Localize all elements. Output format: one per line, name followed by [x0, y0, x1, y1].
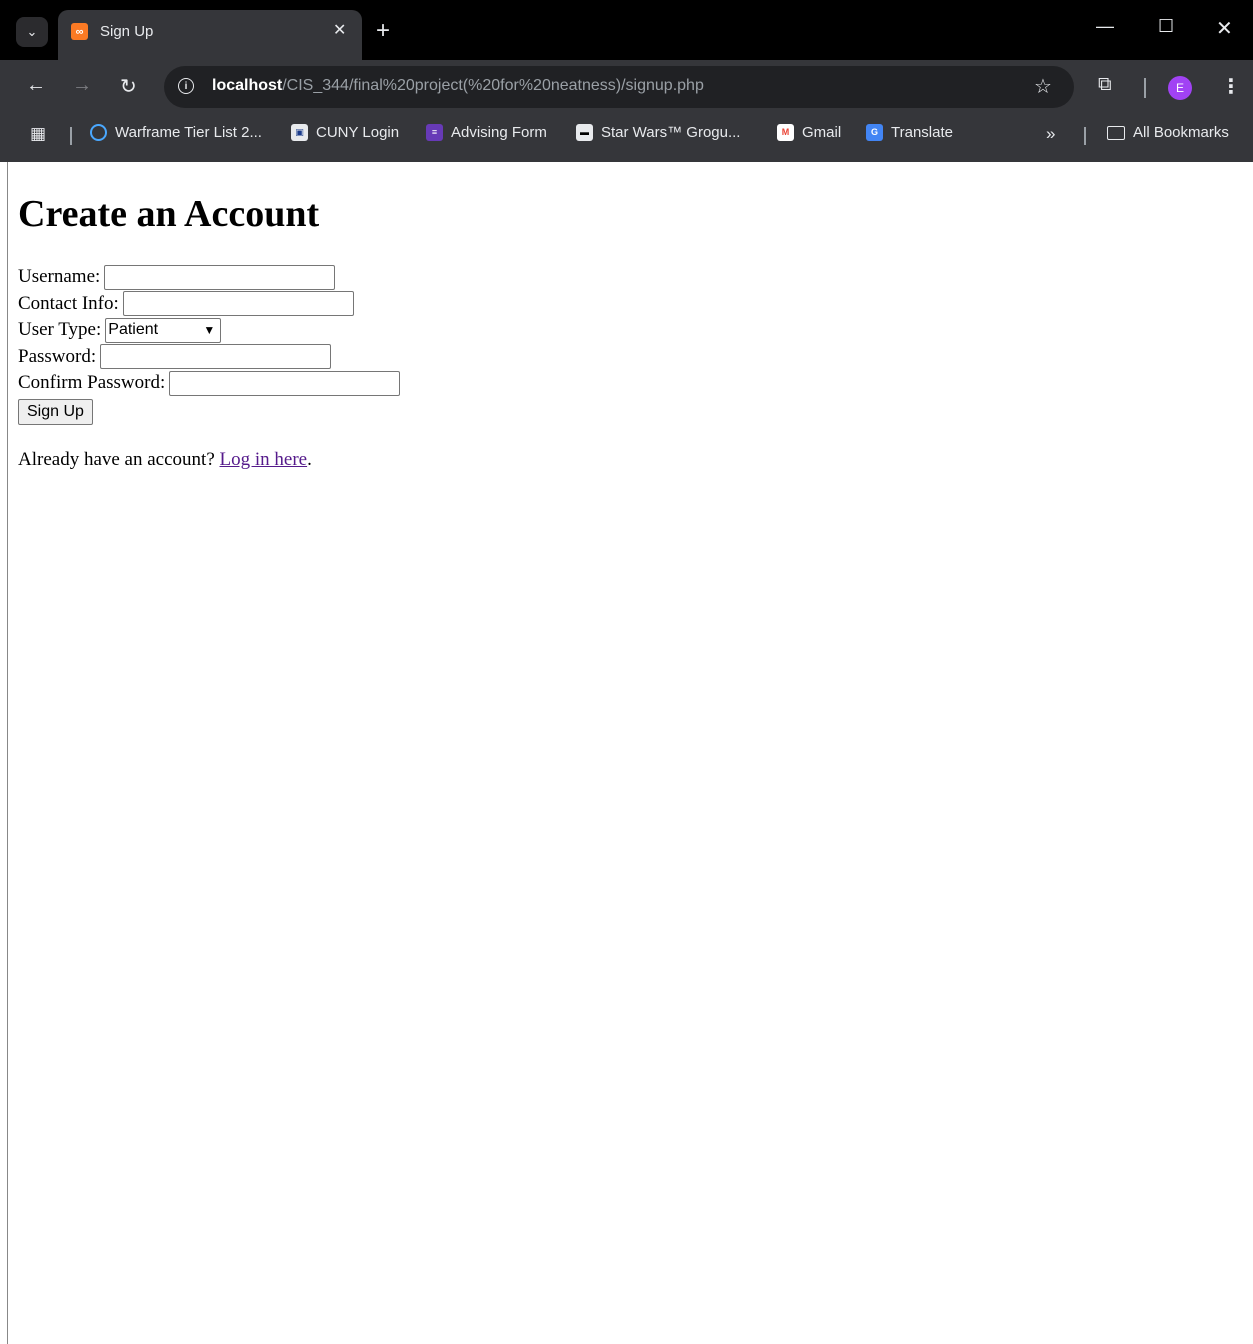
apps-grid-icon[interactable]: ▦ [30, 124, 46, 144]
contact-row: Contact Info: [18, 291, 400, 318]
url-path: /CIS_344/final%20project(%20for%20neatne… [282, 77, 704, 94]
contact-info-input[interactable] [122, 291, 354, 317]
tab-search-button[interactable]: ⌄ [16, 17, 48, 47]
maximize-button[interactable]: ☐ [1158, 16, 1174, 37]
contact-label: Contact Info: [18, 292, 119, 314]
forms-icon: ≡ [426, 124, 443, 141]
more-bookmarks-icon[interactable]: » [1046, 124, 1055, 144]
profile-avatar[interactable]: E [1168, 76, 1192, 100]
window-close-button[interactable]: ✕ [1216, 16, 1233, 41]
bookmark-label: Gmail [802, 124, 842, 141]
cuny-icon: ▣ [291, 124, 308, 141]
minimize-button[interactable]: — [1096, 16, 1114, 37]
forward-button[interactable]: → [72, 74, 92, 97]
back-button[interactable]: ← [26, 74, 46, 97]
confirm-password-input[interactable] [169, 370, 401, 396]
bookmark-separator [1084, 127, 1086, 145]
bookmark-label: Star Wars™ Grogu... [601, 124, 741, 141]
bookmark-advising-form[interactable]: ≡ Advising Form [426, 124, 547, 141]
login-prompt-text: Already have an account? [18, 448, 215, 470]
toolbar-divider [1144, 78, 1146, 98]
bookmark-separator [70, 127, 72, 145]
tab-sign-up[interactable]: ∞ Sign Up ✕ [58, 10, 362, 60]
bookmarks-bar: ▦ Warframe Tier List 2... ▣ CUNY Login ≡… [0, 116, 1253, 156]
reload-button[interactable]: ↻ [120, 74, 137, 99]
password-label: Password: [18, 345, 97, 367]
bookmark-label: Advising Form [451, 124, 547, 141]
warframe-icon [90, 124, 107, 141]
password-input[interactable] [100, 344, 332, 370]
chevron-down-icon: ⌄ [26, 24, 38, 39]
signup-page: Create an Account Username: Contact Info… [18, 162, 401, 490]
confirm-password-label: Confirm Password: [18, 372, 166, 394]
bookmark-cuny-login[interactable]: ▣ CUNY Login [291, 124, 399, 141]
user-type-select[interactable]: Patient ▼ [105, 317, 222, 343]
translate-icon: G [866, 124, 883, 141]
browser-chrome: ⌄ ∞ Sign Up ✕ + — ☐ ✕ ← → ↻ i localhost/… [0, 0, 1253, 162]
user-type-row: User Type: Patient ▼ [18, 317, 400, 344]
confirm-password-row: Confirm Password: [18, 370, 401, 397]
all-bookmarks[interactable]: All Bookmarks [1107, 124, 1229, 141]
signup-form: Username: Contact Info: User Type: Patie… [18, 264, 401, 425]
password-row: Password: [18, 344, 400, 371]
page-viewport: Create an Account Username: Contact Info… [7, 162, 1253, 1344]
page-title: Create an Account [18, 193, 320, 235]
folder-icon [1107, 125, 1125, 140]
user-type-label: User Type: [18, 319, 102, 341]
sign-up-button[interactable]: Sign Up [18, 398, 93, 425]
new-tab-button[interactable]: + [376, 17, 390, 45]
address-bar[interactable]: i localhost/CIS_344/final%20project(%20f… [164, 66, 1074, 108]
bookmark-label: Translate [891, 124, 953, 141]
extensions-icon[interactable]: ⧉ [1098, 74, 1112, 96]
username-label: Username: [18, 266, 101, 288]
bookmark-star-icon[interactable]: ☆ [1034, 74, 1052, 99]
toolbar: ← → ↻ i localhost/CIS_344/final%20projec… [0, 60, 1253, 116]
username-row: Username: [18, 264, 400, 291]
bookmark-gmail[interactable]: M Gmail [777, 124, 841, 141]
close-tab-icon[interactable]: ✕ [333, 20, 346, 40]
all-bookmarks-label: All Bookmarks [1133, 124, 1229, 141]
user-type-value: Patient [108, 321, 159, 339]
bookmark-label: CUNY Login [316, 124, 400, 141]
tab-title: Sign Up [100, 23, 154, 40]
bookmark-warframe[interactable]: Warframe Tier List 2... [90, 124, 262, 141]
username-input[interactable] [104, 264, 336, 290]
url-host: localhost [212, 77, 283, 94]
bookmark-translate[interactable]: G Translate [866, 124, 953, 141]
chevron-down-icon: ▼ [203, 323, 216, 338]
xampp-favicon-icon: ∞ [71, 23, 88, 40]
login-prompt: Already have an account? Log in here. [18, 449, 400, 471]
login-link[interactable]: Log in here [220, 449, 308, 470]
bookmark-label: Warframe Tier List 2... [115, 124, 262, 141]
site-info-icon[interactable]: i [178, 78, 194, 94]
more-menu-icon[interactable]: ⋮ [1221, 74, 1241, 99]
gmail-icon: M [777, 124, 794, 141]
bookmark-star-wars[interactable]: ▬ Star Wars™ Grogu... [576, 124, 740, 141]
title-bar: ⌄ ∞ Sign Up ✕ + — ☐ ✕ [0, 0, 1253, 60]
url-text[interactable]: localhost/CIS_344/final%20project(%20for… [212, 77, 704, 95]
login-prompt-end: . [307, 448, 312, 470]
starwars-icon: ▬ [576, 124, 593, 141]
